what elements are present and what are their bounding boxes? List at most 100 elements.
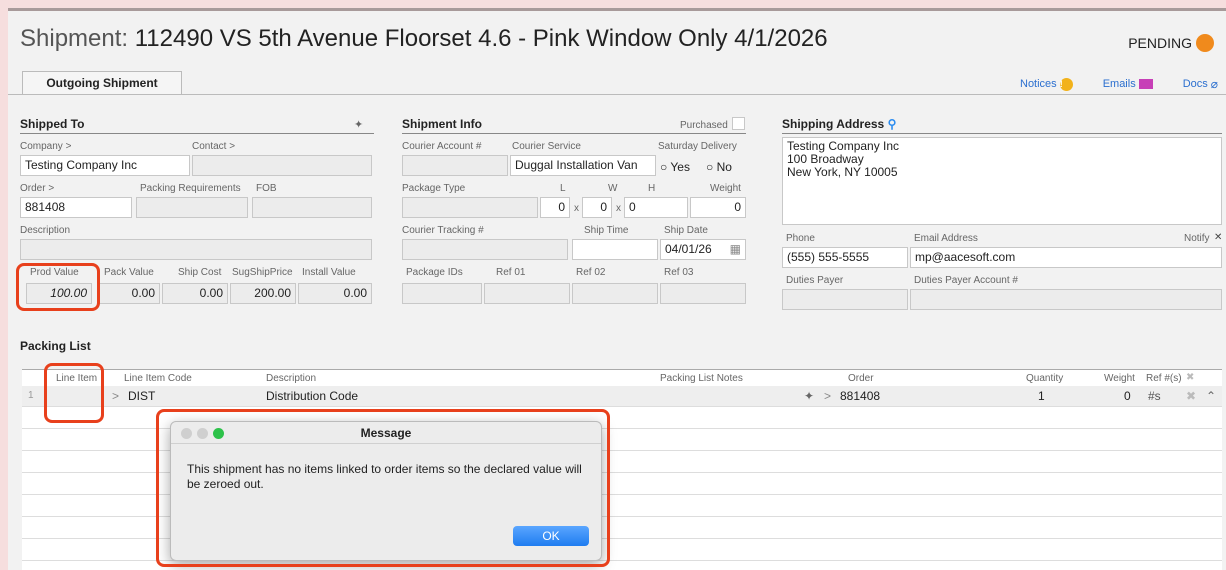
order-cell[interactable]: 881408 <box>840 386 880 406</box>
install-value-label: Install Value <box>302 267 356 278</box>
status-dot-icon <box>1196 34 1214 52</box>
emails-link[interactable]: Emails <box>1103 77 1153 91</box>
quantity-cell[interactable]: 1 <box>1038 386 1045 406</box>
docs-link[interactable]: Docs ⌀ <box>1183 77 1218 91</box>
location-pin-icon[interactable]: ⚲ <box>888 117 897 131</box>
calendar-icon[interactable]: ▦ <box>730 240 741 259</box>
col-description[interactable]: Description <box>266 373 316 384</box>
courier-tracking-field[interactable] <box>402 239 568 260</box>
ref03-label: Ref 03 <box>664 267 694 278</box>
title-label: Shipment: <box>20 25 129 52</box>
height-field[interactable]: 0 <box>624 197 688 218</box>
package-ids-field[interactable] <box>402 283 482 304</box>
saturday-delivery-label: Saturday Delivery <box>658 141 737 152</box>
weight-label: Weight <box>710 183 741 194</box>
length-field[interactable]: 0 <box>540 197 570 218</box>
chevron-up-icon[interactable]: ⌃ <box>1206 386 1216 406</box>
description-field[interactable] <box>20 239 372 260</box>
highlight-prod-value <box>16 263 100 311</box>
col-quantity[interactable]: Quantity <box>1026 373 1063 384</box>
purchased-checkbox[interactable] <box>732 117 745 130</box>
shipping-address-field[interactable]: Testing Company Inc 100 Broadway New Yor… <box>782 137 1222 225</box>
docs-label: Docs <box>1182 78 1208 90</box>
ship-date-field[interactable]: 04/01/26 ▦ <box>660 239 746 260</box>
ship-cost-field[interactable]: 0.00 <box>162 283 228 304</box>
phone-label: Phone <box>786 233 815 244</box>
paperclip-icon: ⌀ <box>1210 77 1218 91</box>
x-separator: x <box>574 203 579 214</box>
notices-link[interactable]: Notices! <box>1020 77 1073 91</box>
company-label[interactable]: Company > <box>20 141 71 152</box>
pack-value-field[interactable]: 0.00 <box>98 283 160 304</box>
tab-outgoing-shipment[interactable]: Outgoing Shipment <box>22 71 182 95</box>
chevron-right-icon[interactable]: > <box>824 386 831 406</box>
ref01-label: Ref 01 <box>496 267 526 278</box>
ref02-field[interactable] <box>572 283 658 304</box>
install-value-field[interactable]: 0.00 <box>298 283 372 304</box>
contact-field[interactable] <box>192 155 372 176</box>
col-order[interactable]: Order <box>848 373 874 384</box>
weight-cell[interactable]: 0 <box>1124 386 1131 406</box>
ship-time-field[interactable] <box>572 239 658 260</box>
line-item-code-cell[interactable]: DIST <box>128 386 155 406</box>
col-refs[interactable]: Ref #(s) <box>1146 373 1182 384</box>
close-icon[interactable]: ✖ <box>1186 372 1194 383</box>
packing-requirements-field[interactable] <box>136 197 248 218</box>
shipping-address-heading: Shipping Address ⚲ <box>782 117 1222 134</box>
packing-list-heading: Packing List <box>20 339 91 353</box>
mail-icon <box>1138 79 1153 89</box>
ref03-field[interactable] <box>660 283 746 304</box>
courier-account-label: Courier Account # <box>402 141 482 152</box>
duties-payer-field[interactable] <box>782 289 908 310</box>
pack-value-label: Pack Value <box>104 267 154 278</box>
ref01-field[interactable] <box>484 283 570 304</box>
row-divider <box>22 406 1222 407</box>
col-line-item-code[interactable]: Line Item Code <box>124 373 192 384</box>
courier-tracking-label: Courier Tracking # <box>402 225 484 236</box>
order-label[interactable]: Order > <box>20 183 54 194</box>
pin-icon[interactable]: ✦ <box>804 386 814 406</box>
sug-ship-price-field[interactable]: 200.00 <box>230 283 296 304</box>
x-separator-2: x <box>616 203 621 214</box>
email-field[interactable]: mp@aacesoft.com <box>910 247 1222 268</box>
saturday-no-radio[interactable]: ○ No <box>706 160 732 174</box>
table-row[interactable]: 1 > DIST Distribution Code ✦ > 881408 1 … <box>22 386 1222 406</box>
no-label: No <box>716 160 732 174</box>
emails-label: Emails <box>1102 78 1136 90</box>
description-cell[interactable]: Distribution Code <box>266 386 358 406</box>
company-field[interactable]: Testing Company Inc <box>20 155 190 176</box>
weight-field[interactable]: 0 <box>690 197 746 218</box>
height-label: H <box>648 183 656 194</box>
phone-field[interactable]: (555) 555-5555 <box>782 247 908 268</box>
col-notes[interactable]: Packing List Notes <box>660 373 743 384</box>
shipping-address-title: Shipping Address <box>782 117 885 131</box>
highlight-dialog <box>156 409 610 567</box>
order-field[interactable]: 881408 <box>20 197 132 218</box>
duties-account-field[interactable] <box>910 289 1222 310</box>
courier-service-label: Courier Service <box>512 141 581 152</box>
row-number: 1 <box>28 390 34 401</box>
package-type-label: Package Type <box>402 183 466 194</box>
highlight-line-item <box>44 363 104 423</box>
width-field[interactable]: 0 <box>582 197 612 218</box>
ship-date-value: 04/01/26 <box>665 242 712 256</box>
top-links: Notices! Emails Docs ⌀ <box>1020 77 1218 91</box>
shipment-window: Shipment: 112490 VS 5th Avenue Floorset … <box>8 8 1226 570</box>
status-badge: PENDING <box>1128 34 1214 52</box>
courier-account-field[interactable] <box>402 155 508 176</box>
packing-list-header: Line Item Line Item Code Description Pac… <box>22 370 1222 386</box>
contact-label[interactable]: Contact > <box>192 141 235 152</box>
delete-row-icon[interactable]: ✖ <box>1186 386 1196 406</box>
chevron-right-icon[interactable]: > <box>112 386 119 406</box>
package-type-field[interactable] <box>402 197 538 218</box>
notify-label: Notify <box>1184 233 1210 244</box>
fob-label: FOB <box>256 183 277 194</box>
refs-cell[interactable]: #s <box>1148 386 1161 406</box>
notify-close-icon[interactable]: ✕ <box>1214 232 1222 243</box>
saturday-yes-radio[interactable]: ○ Yes <box>660 160 690 174</box>
fob-field[interactable] <box>252 197 372 218</box>
courier-service-select[interactable]: Duggal Installation Van <box>510 155 656 176</box>
ship-time-label: Ship Time <box>584 225 629 236</box>
col-weight[interactable]: Weight <box>1104 373 1135 384</box>
pin-icon[interactable]: ✦ <box>354 118 363 131</box>
